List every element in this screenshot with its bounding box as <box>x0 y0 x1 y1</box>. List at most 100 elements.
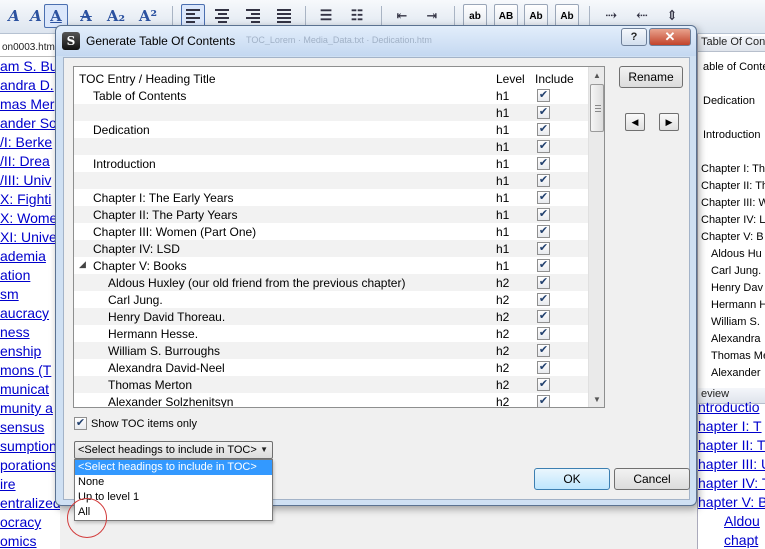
document-link[interactable]: /II: Drea <box>0 152 50 171</box>
help-button[interactable]: ? <box>621 28 647 46</box>
move-left-button[interactable]: ◀ <box>625 113 645 131</box>
tree-row[interactable]: Aldous Huxley (our old friend from the p… <box>74 274 588 291</box>
include-checkbox[interactable]: ✔ <box>537 157 550 170</box>
document-link[interactable]: ness <box>0 323 30 342</box>
preview-link[interactable]: Aldou <box>724 512 760 531</box>
include-checkbox[interactable]: ✔ <box>537 395 550 407</box>
close-button[interactable]: ✕ <box>649 28 691 46</box>
tree-row[interactable]: Thomas Merton h2 ✔ <box>74 376 588 393</box>
toc-panel-item[interactable]: Chapter I: Th <box>701 161 765 178</box>
document-link[interactable]: sm <box>0 285 19 304</box>
document-link[interactable]: mons (T <box>0 361 51 380</box>
toc-panel-item[interactable]: Alexandra <box>711 331 761 348</box>
tree-row[interactable]: ◢ Chapter V: Books h1 ✔ <box>74 257 588 274</box>
include-checkbox[interactable]: ✔ <box>537 174 550 187</box>
document-link[interactable]: ademia <box>0 247 46 266</box>
document-link[interactable]: sensus <box>0 418 44 437</box>
dialog-titlebar[interactable]: S Generate Table Of Contents TOC_Lorem ·… <box>56 26 696 56</box>
scroll-up-icon[interactable]: ▲ <box>589 67 604 83</box>
include-checkbox[interactable]: ✔ <box>537 123 550 136</box>
tree-row[interactable]: Table of Contents h1 ✔ <box>74 87 588 104</box>
tree-row[interactable]: Dedication h1 ✔ <box>74 121 588 138</box>
include-checkbox[interactable]: ✔ <box>537 225 550 238</box>
tree-row[interactable]: h1 ✔ <box>74 138 588 155</box>
document-link[interactable]: ire <box>0 475 16 494</box>
preview-link[interactable]: hapter III: U <box>698 455 765 474</box>
document-link[interactable]: ocracy <box>0 513 41 532</box>
rename-button[interactable]: Rename <box>619 66 683 88</box>
toc-panel-item[interactable]: Henry Dav <box>711 280 763 297</box>
scroll-thumb[interactable] <box>590 84 604 132</box>
column-header-level[interactable]: Level <box>496 72 525 86</box>
toc-panel-item[interactable]: Dedication <box>703 93 755 110</box>
tree-scrollbar[interactable]: ▲ ▼ <box>588 67 604 407</box>
show-toc-only-option[interactable]: ✔ Show TOC items only <box>74 417 197 430</box>
toc-panel-item[interactable]: Chapter II: Th <box>701 178 765 195</box>
preview-link[interactable]: hapter IV: T <box>698 474 765 493</box>
include-checkbox[interactable]: ✔ <box>537 327 550 340</box>
preview-link[interactable]: hapter II: T <box>698 436 765 455</box>
scroll-down-icon[interactable]: ▼ <box>589 391 604 407</box>
document-link[interactable]: am S. Bu <box>0 57 58 76</box>
include-checkbox[interactable]: ✔ <box>537 259 550 272</box>
include-checkbox[interactable]: ✔ <box>537 191 550 204</box>
tree-row[interactable]: Henry David Thoreau. h2 ✔ <box>74 308 588 325</box>
document-link[interactable]: mas Mer <box>0 95 54 114</box>
document-link[interactable]: sumption <box>0 437 57 456</box>
preview-link[interactable]: hapter I: T <box>698 417 762 436</box>
toc-panel-item[interactable]: Chapter IV: L <box>701 212 765 229</box>
document-link[interactable]: entralized <box>0 494 60 513</box>
column-header-include[interactable]: Include <box>535 72 574 86</box>
include-checkbox[interactable]: ✔ <box>537 310 550 323</box>
tree-row[interactable]: h1 ✔ <box>74 172 588 189</box>
include-checkbox[interactable]: ✔ <box>537 106 550 119</box>
cancel-button[interactable]: Cancel <box>614 468 690 490</box>
document-link[interactable]: munity a <box>0 399 53 418</box>
tree-row[interactable]: Carl Jung. h2 ✔ <box>74 291 588 308</box>
document-link[interactable]: aucracy <box>0 304 49 323</box>
ok-button[interactable]: OK <box>534 468 610 490</box>
document-tab[interactable]: on0003.htm <box>0 42 60 57</box>
tree-row[interactable]: Chapter II: The Party Years h1 ✔ <box>74 206 588 223</box>
document-link[interactable]: XI: Unive <box>0 228 57 247</box>
preview-link[interactable]: hapter V: B <box>698 493 765 512</box>
toc-panel-item[interactable]: Aldous Hu <box>711 246 762 263</box>
include-checkbox[interactable]: ✔ <box>537 242 550 255</box>
toc-panel-item[interactable]: Chapter V: B <box>701 229 764 246</box>
preview-link[interactable]: chapt <box>724 531 758 549</box>
show-toc-only-checkbox[interactable]: ✔ <box>74 417 87 430</box>
include-checkbox[interactable]: ✔ <box>537 276 550 289</box>
tree-row[interactable]: h1 ✔ <box>74 104 588 121</box>
include-checkbox[interactable]: ✔ <box>537 89 550 102</box>
document-link[interactable]: andra D. <box>0 76 54 95</box>
tree-row[interactable]: Chapter IV: LSD h1 ✔ <box>74 240 588 257</box>
include-checkbox[interactable]: ✔ <box>537 378 550 391</box>
tree-row[interactable]: Chapter I: The Early Years h1 ✔ <box>74 189 588 206</box>
include-checkbox[interactable]: ✔ <box>537 140 550 153</box>
tree-row[interactable]: Hermann Hesse. h2 ✔ <box>74 325 588 342</box>
document-link[interactable]: enship <box>0 342 41 361</box>
document-link[interactable]: /III: Univ <box>0 171 51 190</box>
move-right-button[interactable]: ▶ <box>659 113 679 131</box>
dropdown-option[interactable]: None <box>75 475 272 490</box>
tree-row[interactable]: Introduction h1 ✔ <box>74 155 588 172</box>
toc-panel-item[interactable]: Carl Jung. <box>711 263 761 280</box>
include-checkbox[interactable]: ✔ <box>537 208 550 221</box>
tree-row[interactable]: William S. Burroughs h2 ✔ <box>74 342 588 359</box>
document-link[interactable]: omics <box>0 532 37 549</box>
include-checkbox[interactable]: ✔ <box>537 293 550 306</box>
tree-row[interactable]: Chapter III: Women (Part One) h1 ✔ <box>74 223 588 240</box>
tree-row[interactable]: Alexandra David-Neel h2 ✔ <box>74 359 588 376</box>
toc-panel-item[interactable]: William S. <box>711 314 760 331</box>
document-link[interactable]: ation <box>0 266 30 285</box>
toc-panel-item[interactable]: Chapter III: W <box>701 195 765 212</box>
document-link[interactable]: ander So <box>0 114 57 133</box>
document-link[interactable]: municat <box>0 380 49 399</box>
expanded-triangle-icon[interactable]: ◢ <box>79 259 86 270</box>
toc-panel-item[interactable]: Alexander <box>711 365 761 382</box>
toc-panel-item[interactable]: Introduction <box>703 127 760 144</box>
toc-panel-item[interactable]: able of Content <box>703 59 765 76</box>
document-link[interactable]: X: Wome <box>0 209 57 228</box>
dropdown-option[interactable]: <Select headings to include in TOC> <box>75 460 272 475</box>
include-checkbox[interactable]: ✔ <box>537 361 550 374</box>
